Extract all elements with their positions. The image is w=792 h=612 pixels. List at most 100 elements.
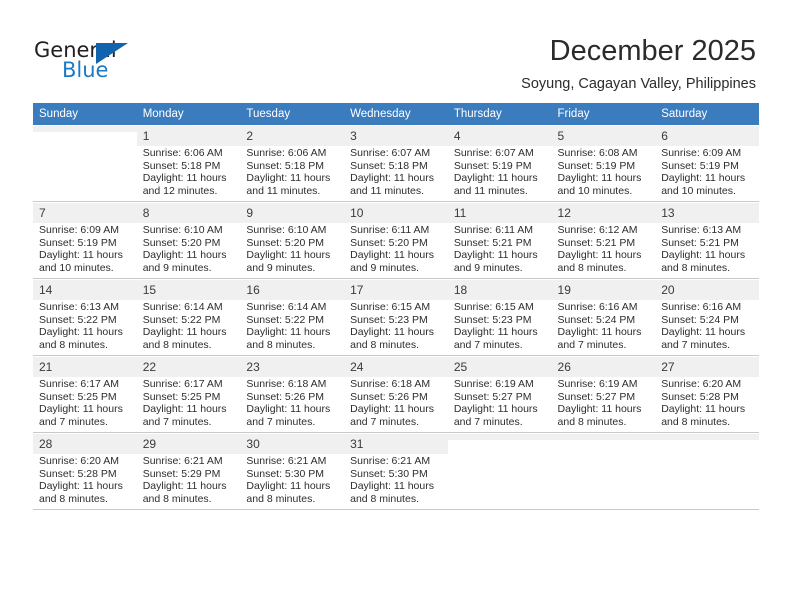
day-info-line: Daylight: 11 hours: [350, 326, 434, 339]
calendar-day-cell[interactable]: 13 Sunrise: 6:13 AM Sunset: 5:21 PM Dayligh…: [655, 202, 759, 278]
calendar-day-cell[interactable]: 15 Sunrise: 6:14 AM Sunset: 5:22 PM Dayligh…: [136, 279, 241, 355]
day-number: 10: [344, 203, 448, 223]
calendar-week-row: 7 Sunrise: 6:09 AM Sunset: 5:19 PM Daylight…: [33, 202, 759, 278]
day-info-line: and 10 minutes.: [557, 184, 633, 197]
day-info-line: Daylight: 11 hours: [39, 403, 123, 416]
calendar-day-cell[interactable]: 6 Sunrise: 6:09 AM Sunset: 5:19 PM Daylight…: [655, 125, 759, 201]
calendar-day-cell[interactable]: 31 Sunrise: 6:21 AM Sunset: 5:30 PM Dayligh…: [344, 433, 448, 509]
calendar-table: Sunday Monday Tuesday Wednesday Thursday…: [33, 103, 759, 510]
calendar-day-cell[interactable]: 5 Sunrise: 6:08 AM Sunset: 5:19 PM Daylight…: [551, 125, 656, 201]
calendar-day-cell[interactable]: 4 Sunrise: 6:07 AM Sunset: 5:19 PM Daylight…: [447, 125, 552, 201]
calendar-day-cell[interactable]: 11 Sunrise: 6:11 AM Sunset: 5:21 PM Dayligh…: [447, 202, 552, 278]
calendar-week-row: 14 Sunrise: 6:13 AM Sunset: 5:22 PM Dayligh…: [33, 279, 759, 355]
calendar-day-cell[interactable]: 18 Sunrise: 6:15 AM Sunset: 5:23 PM Dayligh…: [447, 279, 552, 355]
day-number: 27: [655, 357, 759, 377]
day-number: [551, 434, 656, 440]
day-info-line: and 8 minutes.: [661, 261, 731, 274]
day-info-line: Daylight: 11 hours: [246, 249, 331, 262]
day-sun-info: Sunrise: 6:13 AM Sunset: 5:21 PM Daylight:…: [655, 223, 759, 274]
day-info-line: Sunrise: 6:15 AM: [453, 301, 534, 313]
day-number: 22: [136, 357, 241, 377]
day-info-line: and 8 minutes.: [350, 338, 419, 351]
calendar-body: 1 Sunrise: 6:06 AM Sunset: 5:18 PM Daylight…: [33, 125, 759, 510]
day-info-line: Sunset: 5:22 PM: [142, 313, 221, 326]
day-info-line: Sunset: 5:21 PM: [661, 236, 739, 249]
day-sun-info: Sunrise: 6:18 AM Sunset: 5:26 PM Daylight:…: [344, 377, 448, 428]
day-info-line: Sunrise: 6:20 AM: [661, 378, 742, 390]
calendar-day-cell[interactable]: 22 Sunrise: 6:17 AM Sunset: 5:25 PM Dayligh…: [136, 356, 241, 432]
day-info-line: Sunset: 5:26 PM: [350, 390, 428, 403]
calendar-day-cell[interactable]: 19 Sunrise: 6:16 AM Sunset: 5:24 PM Dayligh…: [551, 279, 656, 355]
general-blue-logo: General Blue: [34, 38, 154, 84]
day-sun-info: Sunrise: 6:16 AM Sunset: 5:24 PM Daylight:…: [655, 300, 759, 351]
calendar-day-cell[interactable]: 10 Sunrise: 6:11 AM Sunset: 5:20 PM Dayligh…: [344, 202, 448, 278]
day-info-line: and 9 minutes.: [142, 261, 212, 274]
calendar-day-cell[interactable]: 7 Sunrise: 6:09 AM Sunset: 5:19 PM Daylight…: [33, 202, 137, 278]
day-info-line: Sunset: 5:29 PM: [142, 467, 221, 480]
title-block: December 2025 Soyung, Cagayan Valley, Ph…: [521, 34, 756, 94]
calendar-day-cell[interactable]: 20 Sunrise: 6:16 AM Sunset: 5:24 PM Dayligh…: [655, 279, 759, 355]
calendar-day-cell[interactable]: 24 Sunrise: 6:18 AM Sunset: 5:26 PM Dayligh…: [344, 356, 448, 432]
calendar-day-cell[interactable]: 14 Sunrise: 6:13 AM Sunset: 5:22 PM Dayligh…: [33, 279, 137, 355]
day-info-line: Sunrise: 6:16 AM: [661, 301, 742, 313]
day-info-line: Daylight: 11 hours: [246, 172, 331, 185]
day-info-line: Sunset: 5:27 PM: [453, 390, 532, 403]
day-info-line: Daylight: 11 hours: [246, 326, 331, 339]
day-number: 28: [33, 434, 137, 454]
day-info-line: Daylight: 11 hours: [557, 172, 642, 185]
calendar-day-cell[interactable]: 21 Sunrise: 6:17 AM Sunset: 5:25 PM Dayligh…: [33, 356, 137, 432]
day-info-line: and 7 minutes.: [661, 338, 731, 351]
weekday-header-friday: Friday: [551, 103, 656, 126]
day-sun-info: Sunrise: 6:16 AM Sunset: 5:24 PM Daylight:…: [552, 300, 656, 351]
day-info-line: Sunrise: 6:09 AM: [661, 147, 742, 159]
day-number: 11: [447, 203, 552, 223]
weekday-header-thursday: Thursday: [447, 103, 552, 126]
day-info-line: Daylight: 11 hours: [142, 172, 227, 185]
weekday-header-monday: Monday: [136, 103, 241, 126]
calendar-day-cell[interactable]: 27 Sunrise: 6:20 AM Sunset: 5:28 PM Dayligh…: [655, 356, 759, 432]
calendar-day-cell[interactable]: 16 Sunrise: 6:14 AM Sunset: 5:22 PM Dayligh…: [240, 279, 345, 355]
day-info-line: Daylight: 11 hours: [557, 249, 642, 262]
weekday-header-row: Sunday Monday Tuesday Wednesday Thursday…: [33, 103, 759, 126]
day-info-line: Sunrise: 6:20 AM: [39, 455, 119, 467]
day-number: 20: [655, 280, 759, 300]
calendar-day-cell[interactable]: 28 Sunrise: 6:20 AM Sunset: 5:28 PM Dayligh…: [33, 433, 137, 509]
calendar-day-cell[interactable]: 30 Sunrise: 6:21 AM Sunset: 5:30 PM Dayligh…: [240, 433, 345, 509]
day-number: 30: [240, 434, 345, 454]
day-info-line: Sunset: 5:19 PM: [39, 236, 117, 249]
calendar-day-cell[interactable]: 8 Sunrise: 6:10 AM Sunset: 5:20 PM Daylight…: [136, 202, 241, 278]
day-info-line: and 8 minutes.: [39, 338, 108, 351]
day-info-line: Daylight: 11 hours: [350, 403, 434, 416]
day-number: 25: [447, 357, 552, 377]
day-info-line: Sunset: 5:18 PM: [350, 159, 428, 172]
day-info-line: Daylight: 11 hours: [453, 249, 538, 262]
calendar-day-cell[interactable]: 3 Sunrise: 6:07 AM Sunset: 5:18 PM Daylight…: [344, 125, 448, 201]
calendar-day-cell[interactable]: 29 Sunrise: 6:21 AM Sunset: 5:29 PM Dayligh…: [136, 433, 241, 509]
calendar-day-cell[interactable]: 2 Sunrise: 6:06 AM Sunset: 5:18 PM Daylight…: [240, 125, 345, 201]
day-sun-info: Sunrise: 6:15 AM Sunset: 5:23 PM Daylight:…: [344, 300, 448, 351]
day-info-line: and 7 minutes.: [453, 415, 523, 428]
day-info-line: Sunrise: 6:08 AM: [557, 147, 638, 159]
day-info-line: and 10 minutes.: [39, 261, 114, 274]
day-info-line: Sunrise: 6:11 AM: [453, 224, 533, 236]
calendar-day-cell[interactable]: 9 Sunrise: 6:10 AM Sunset: 5:20 PM Daylight…: [240, 202, 345, 278]
calendar-day-cell[interactable]: 25 Sunrise: 6:19 AM Sunset: 5:27 PM Dayligh…: [447, 356, 552, 432]
calendar-day-cell[interactable]: 26 Sunrise: 6:19 AM Sunset: 5:27 PM Dayligh…: [551, 356, 656, 432]
calendar-day-cell[interactable]: 17 Sunrise: 6:15 AM Sunset: 5:23 PM Dayligh…: [344, 279, 448, 355]
day-sun-info: Sunrise: 6:21 AM Sunset: 5:30 PM Daylight:…: [344, 454, 448, 505]
day-info-line: Sunrise: 6:11 AM: [350, 224, 430, 236]
day-info-line: and 9 minutes.: [453, 261, 523, 274]
day-info-line: Daylight: 11 hours: [350, 480, 434, 493]
day-number: 5: [551, 126, 656, 146]
day-number: 24: [344, 357, 448, 377]
calendar-day-cell[interactable]: 23 Sunrise: 6:18 AM Sunset: 5:26 PM Dayligh…: [240, 356, 345, 432]
day-sun-info: Sunrise: 6:21 AM Sunset: 5:30 PM Daylight:…: [240, 454, 344, 505]
day-info-line: Sunset: 5:27 PM: [557, 390, 636, 403]
calendar-day-cell[interactable]: 1 Sunrise: 6:06 AM Sunset: 5:18 PM Daylight…: [136, 125, 241, 201]
calendar-empty-cell: [655, 433, 759, 509]
calendar-day-cell[interactable]: 12 Sunrise: 6:12 AM Sunset: 5:21 PM Dayligh…: [551, 202, 656, 278]
day-info-line: Daylight: 11 hours: [142, 249, 227, 262]
day-info-line: Daylight: 11 hours: [661, 326, 746, 339]
day-info-line: and 8 minutes.: [246, 492, 316, 505]
day-info-line: Sunset: 5:20 PM: [246, 236, 325, 249]
